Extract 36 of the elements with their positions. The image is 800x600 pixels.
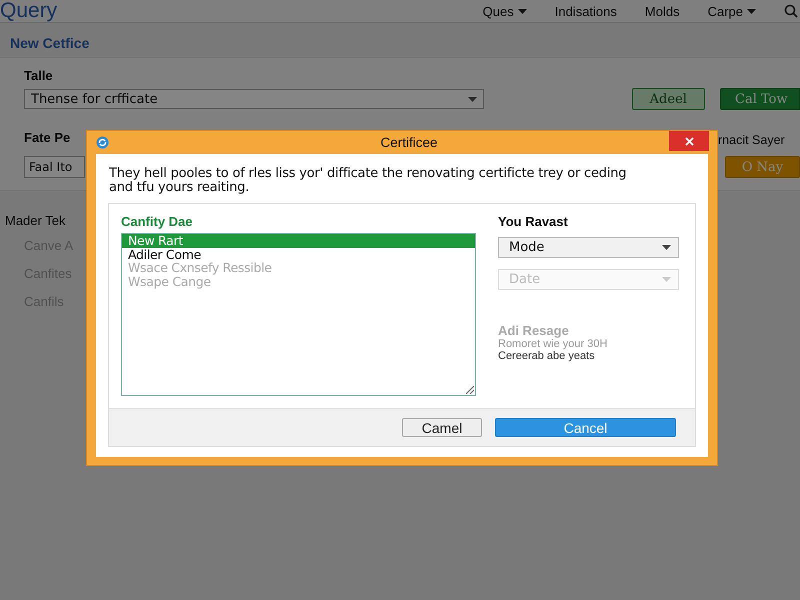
nav-menu[interactable]: Indisations (554, 4, 617, 18)
list-option[interactable]: Adiler Come (122, 248, 475, 261)
caret-icon (518, 8, 527, 14)
field-label: Fate Pe (24, 130, 70, 145)
field-label: Talle (24, 68, 54, 83)
caret-icon (468, 96, 477, 102)
resize-grip-icon[interactable] (466, 386, 474, 394)
page-title: New Cetfice (9, 34, 90, 53)
nav-menu[interactable]: Ques (482, 4, 527, 18)
primary-button[interactable]: Cancel (495, 418, 676, 437)
list-title: Canfity Dae (121, 214, 194, 229)
app-logo[interactable]: Query (0, 0, 58, 22)
nav-menu[interactable]: Molds (644, 4, 680, 18)
note-text: Cereerab abe yeats (498, 350, 596, 362)
list-title: Mader Tek (4, 212, 66, 230)
dropdown[interactable]: Mode (498, 237, 679, 258)
title-select[interactable]: Thense for crfficate (24, 89, 484, 109)
nav-menu[interactable]: Carpe (708, 4, 756, 18)
options-title: You Ravast (498, 214, 569, 229)
caret-icon (662, 245, 671, 250)
close-button[interactable] (669, 131, 709, 151)
note-title: Adi Resage (498, 323, 570, 338)
list-option[interactable]: New Rart (122, 234, 475, 248)
caret-icon (747, 8, 756, 14)
action-button[interactable]: Adeel (632, 88, 705, 110)
dialog-title: Certificee (380, 135, 438, 150)
text-field[interactable]: Faal Ito (24, 156, 85, 178)
app-icon (96, 136, 109, 149)
close-icon (684, 136, 694, 146)
dialog-message: They hell pooles to of rles liss yor' difficate the renovating certificte trey or ceding and tfu yours reaiting. (108, 165, 628, 197)
add-button[interactable]: Cal Tow (720, 88, 800, 110)
caret-icon (662, 277, 671, 282)
side-label: rnacit Sayer (718, 133, 786, 147)
note-text: Romoret wie your 30H (498, 338, 608, 350)
secondary-button[interactable]: Camel (402, 418, 482, 437)
search-icon[interactable] (784, 4, 798, 18)
